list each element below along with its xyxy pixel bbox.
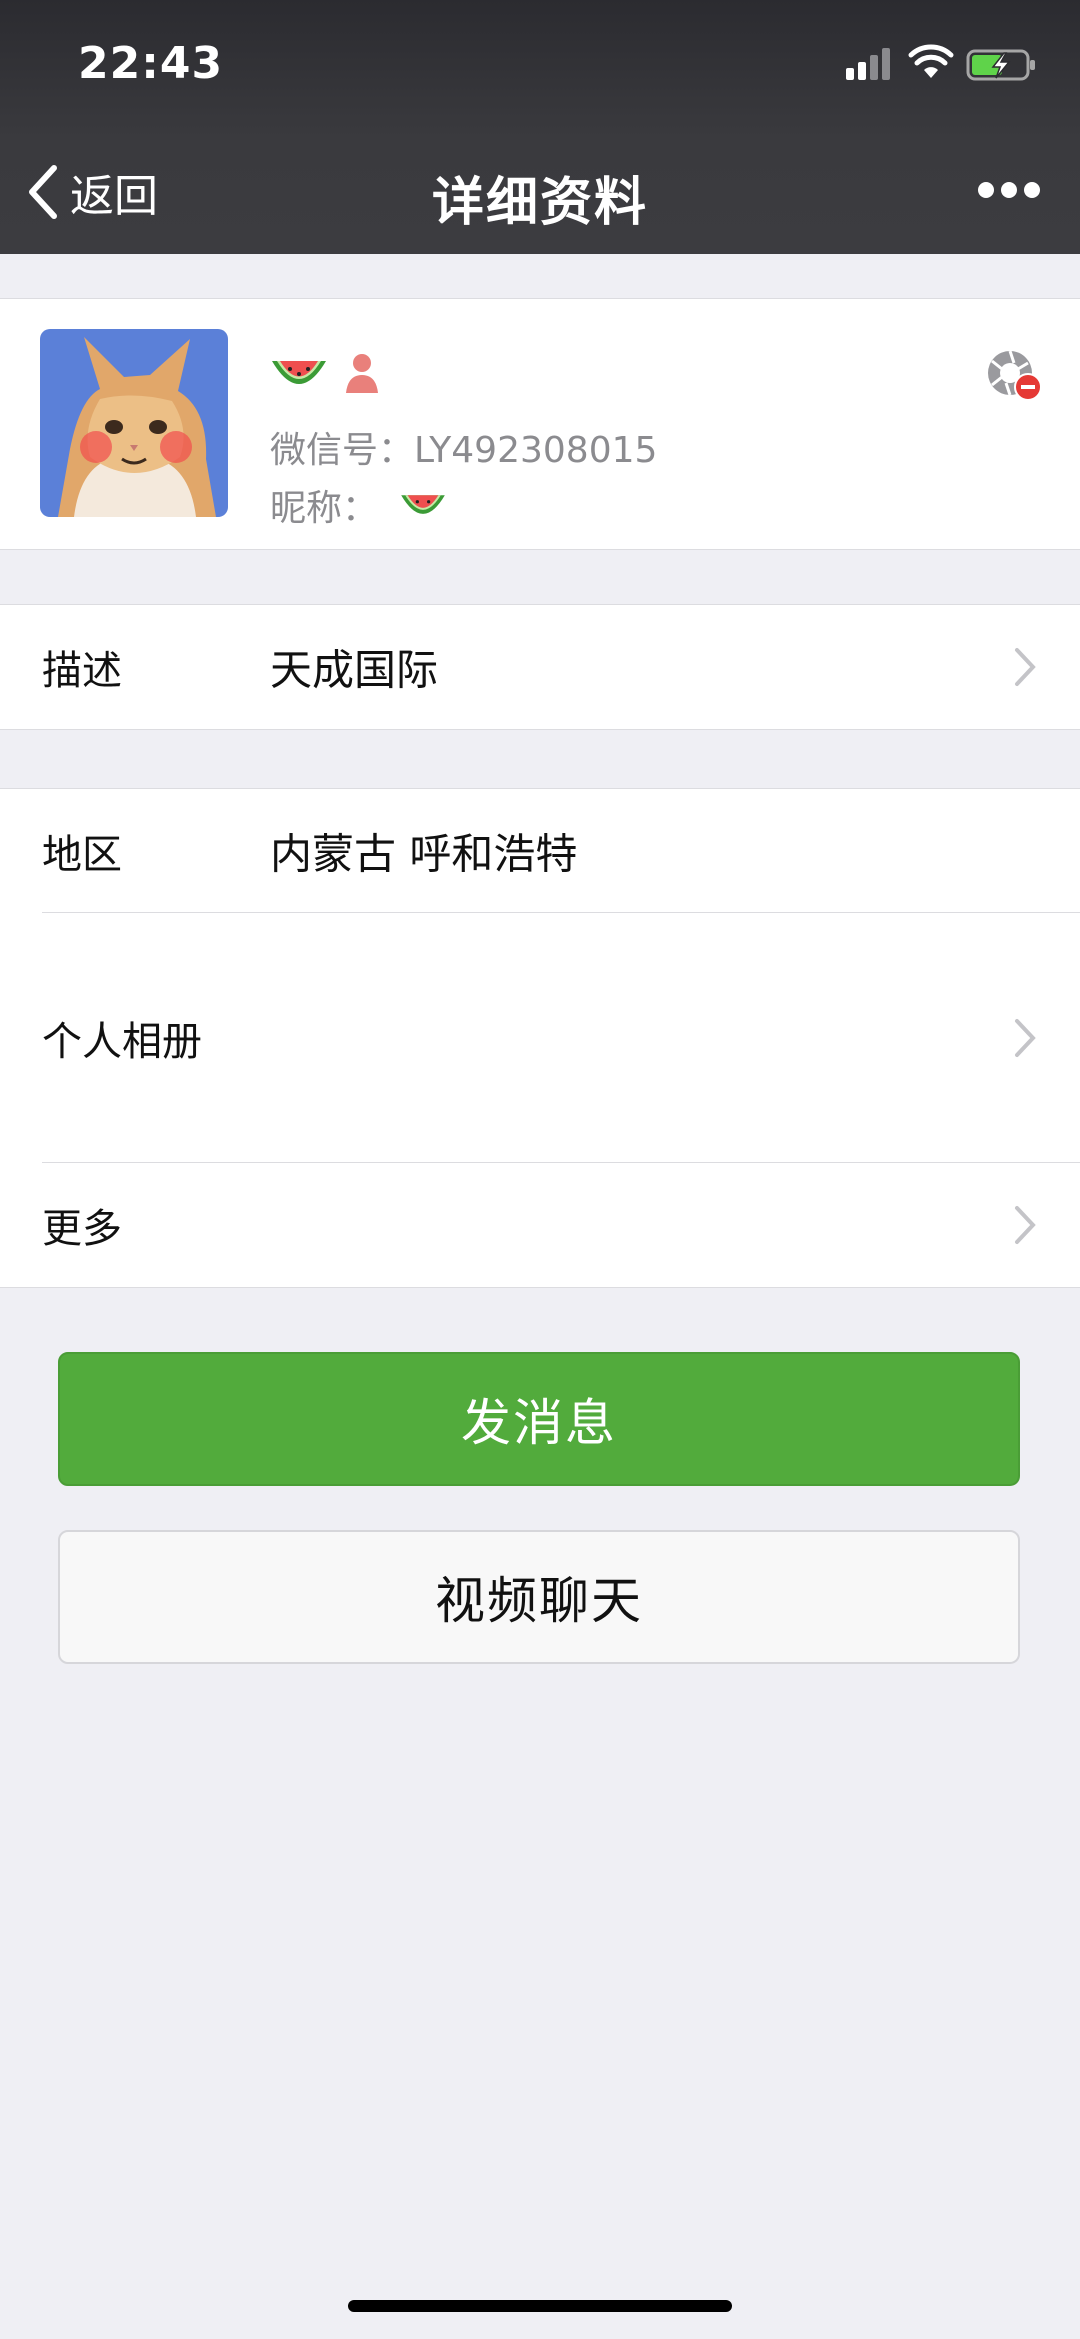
chevron-right-icon bbox=[1015, 648, 1036, 686]
region-row: 地区 内蒙古 呼和浩特 bbox=[0, 789, 1080, 913]
album-label: 个人相册 bbox=[42, 1019, 202, 1065]
album-row[interactable]: 个人相册 bbox=[0, 913, 1080, 1163]
profile-card[interactable]: 微信号：LY492308015 昵称： bbox=[0, 298, 1080, 550]
page-title: 详细资料 bbox=[431, 173, 648, 233]
chevron-right-icon bbox=[1015, 1019, 1036, 1057]
battery-charging-icon bbox=[966, 49, 1035, 81]
home-indicator[interactable] bbox=[348, 2300, 732, 2312]
more-row[interactable]: 更多 bbox=[0, 1163, 1080, 1287]
display-name bbox=[270, 347, 382, 399]
description-group: 描述 天成国际 bbox=[0, 604, 1080, 730]
nickname-label: 昵称： bbox=[270, 488, 379, 529]
wechat-id-label: 微信号： bbox=[270, 430, 415, 471]
cellular-signal-icon bbox=[846, 46, 894, 80]
video-call-button[interactable]: 视频聊天 bbox=[58, 1530, 1020, 1664]
watermelon-icon bbox=[401, 495, 445, 514]
wifi-icon bbox=[908, 44, 954, 78]
top-header: 22:43 返回 详细资料 bbox=[0, 0, 1080, 254]
chevron-right-icon bbox=[1015, 1206, 1036, 1244]
profile-detail-screen: 22:43 返回 详细资料 微信号：LY492308015 昵称： 描述 天成国… bbox=[0, 0, 1080, 2339]
more-dots-icon[interactable] bbox=[974, 168, 1044, 212]
description-label: 描述 bbox=[42, 648, 122, 694]
wechat-id-value: LY492308015 bbox=[414, 430, 658, 471]
nickname: 昵称： bbox=[270, 479, 448, 531]
avatar[interactable] bbox=[40, 329, 228, 517]
user-silhouette-icon bbox=[346, 354, 378, 393]
region-value: 内蒙古 呼和浩特 bbox=[270, 829, 578, 879]
block-status-icon bbox=[988, 350, 1042, 401]
description-row[interactable]: 描述 天成国际 bbox=[0, 605, 1080, 729]
more-label: 更多 bbox=[42, 1206, 122, 1252]
send-message-button[interactable]: 发消息 bbox=[58, 1352, 1020, 1486]
description-value: 天成国际 bbox=[270, 645, 439, 695]
region-label: 地区 bbox=[42, 832, 122, 878]
info-group: 地区 内蒙古 呼和浩特 个人相册 更多 bbox=[0, 788, 1080, 1288]
watermelon-icon bbox=[272, 361, 326, 384]
status-time: 22:43 bbox=[78, 38, 224, 89]
wechat-id: 微信号：LY492308015 bbox=[270, 421, 657, 473]
